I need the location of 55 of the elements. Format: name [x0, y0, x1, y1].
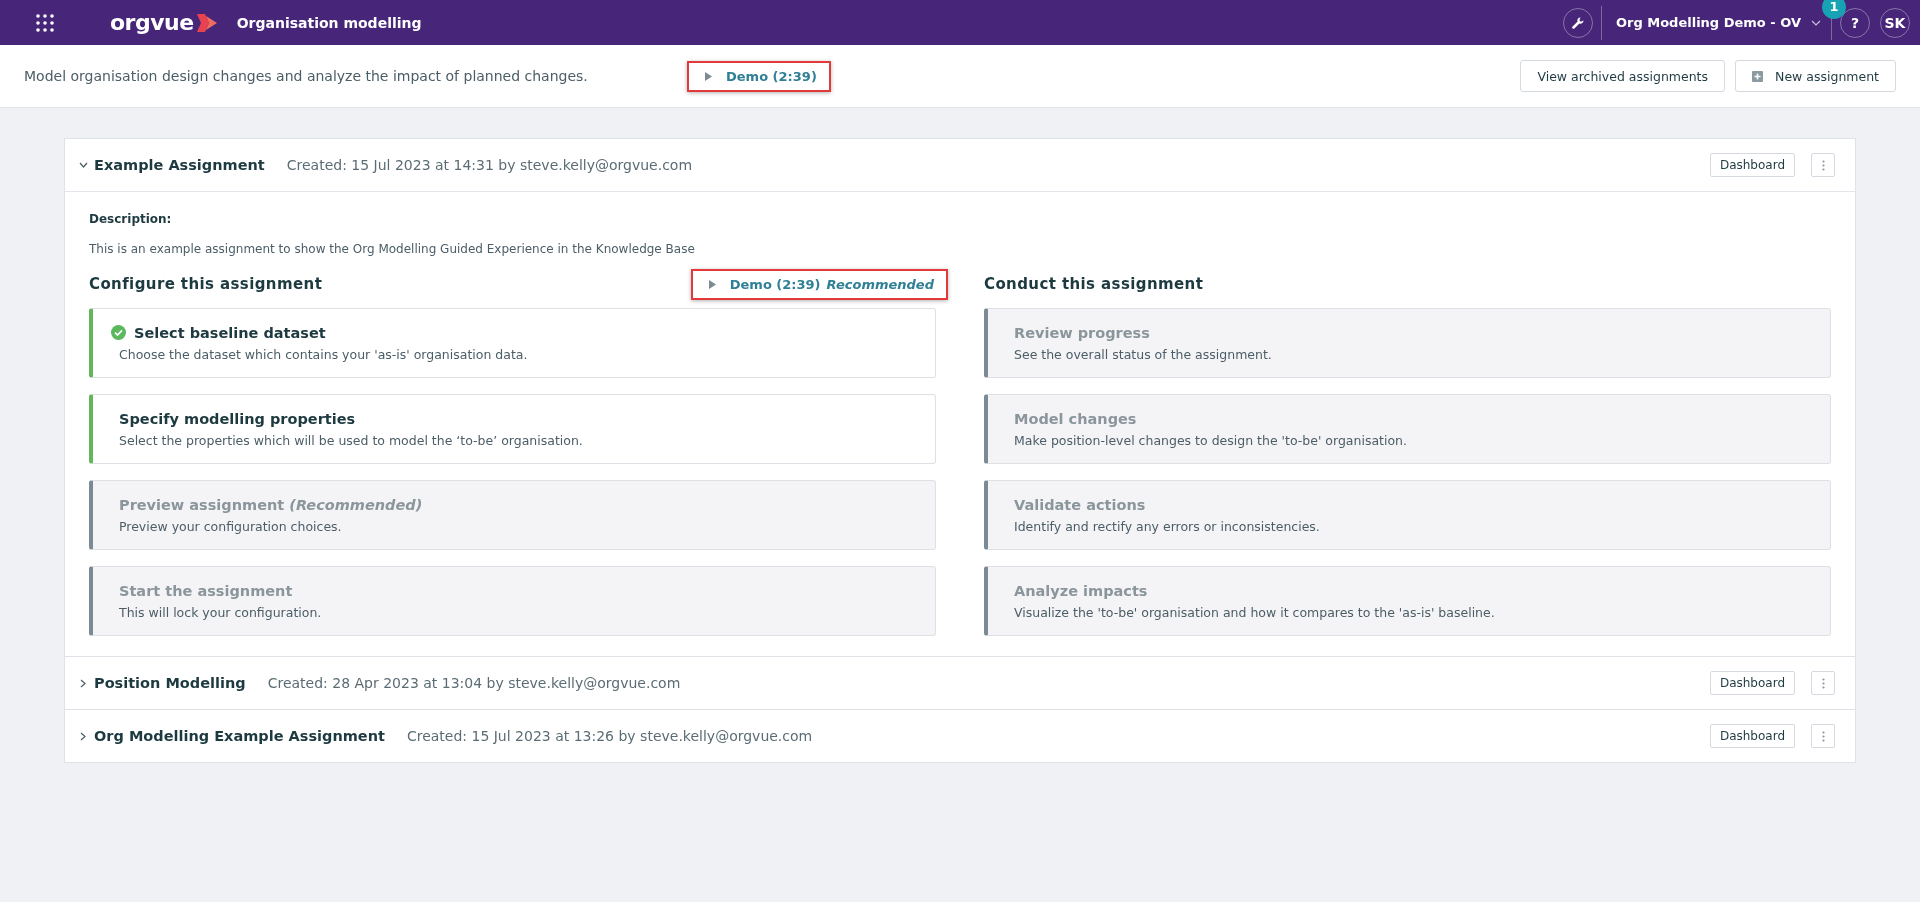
- description-label: Description:: [89, 212, 173, 226]
- more-icon: [1821, 730, 1825, 742]
- demo-link[interactable]: Demo (2:39) Recommended: [690, 268, 948, 300]
- step-card[interactable]: Select baseline dataset Choose the dataset which contains your 'as-is' organisation data.: [89, 308, 936, 378]
- logo-wordmark: orgvue: [110, 10, 194, 35]
- more-icon: [1821, 159, 1825, 171]
- wrench-icon: [1571, 16, 1584, 29]
- dashboard-button[interactable]: Dashboard: [1709, 724, 1795, 748]
- demo-link[interactable]: Demo (2:39): [687, 60, 831, 92]
- archive-button[interactable]: View archived assignments: [1520, 60, 1726, 92]
- chevron-down-icon: [1811, 19, 1821, 26]
- more-button[interactable]: [1811, 671, 1835, 695]
- step-description: See the overall status of the assignment.: [1014, 346, 1273, 362]
- step-description: Choose the dataset which contains your 'as-is' organisation data.: [119, 346, 529, 362]
- more-button[interactable]: [1811, 724, 1835, 748]
- more-button[interactable]: [1811, 153, 1835, 177]
- step-card[interactable]: Specify modelling properties Select the properties which will be used to model the ‘to-be’ organisation.: [89, 394, 936, 464]
- notification-badge: 1: [1822, 0, 1846, 19]
- step-title: Analyze impacts: [1014, 582, 1148, 599]
- play-icon: [705, 71, 712, 81]
- created-info: Created: 28 Apr 2023 at 13:04 by steve.kelly@orgvue.com: [267, 675, 681, 691]
- created-info: Created: 15 Jul 2023 at 13:26 by steve.kelly@orgvue.com: [406, 728, 813, 744]
- step-description: Make position-level changes to design the 'to-be' organisation.: [1014, 432, 1408, 448]
- assignment-toggle[interactable]: Org Modelling Example Assignment: [79, 728, 385, 744]
- step-description: Visualize the 'to-be' organisation and how it compares to the 'as-is' baseline.: [1014, 604, 1496, 620]
- section-heading: Conduct this assignment: [984, 275, 1204, 293]
- new-assignment-button[interactable]: New assignment: [1735, 60, 1896, 92]
- step-title: Preview assignment (Recommended): [119, 496, 423, 513]
- page-description: Model organisation design changes and analyze the impact of planned changes.: [24, 68, 589, 84]
- app-grid-icon[interactable]: [36, 13, 54, 32]
- assignment-toggle[interactable]: Position Modelling: [79, 675, 246, 691]
- section-heading: Configure this assignment: [89, 275, 323, 293]
- step-title: Review progress: [1014, 324, 1150, 341]
- step-title: Start the assignment: [119, 582, 293, 599]
- dashboard-button[interactable]: Dashboard: [1709, 671, 1795, 695]
- chevron-right-icon: [79, 731, 88, 741]
- step-description: Identify and rectify any errors or inconsistencies.: [1014, 518, 1321, 534]
- plus-square-icon: [1752, 70, 1764, 82]
- step-description: This will lock your configuration.: [119, 604, 323, 620]
- step-title: Validate actions: [1014, 496, 1146, 513]
- chevron-right-icon: [79, 678, 88, 688]
- step-title: Select baseline dataset: [134, 324, 326, 341]
- assignment-toggle[interactable]: Example Assignment: [79, 157, 265, 173]
- created-info: Created: 15 Jul 2023 at 14:31 by steve.kelly@orgvue.com: [286, 157, 693, 173]
- step-description: Preview your configuration choices.: [119, 518, 343, 534]
- step-title: Model changes: [1014, 410, 1137, 427]
- product-title: Organisation modelling: [236, 14, 422, 31]
- dashboard-button[interactable]: Dashboard: [1709, 153, 1795, 177]
- play-icon: [708, 279, 716, 289]
- more-icon: [1821, 677, 1825, 689]
- step-title: Specify modelling properties: [119, 410, 356, 427]
- step-description: Select the properties which will be used to model the ‘to-be’ organisation.: [119, 432, 584, 448]
- assignment-description: This is an example assignment to show the Org Modelling Guided Experience in the Knowledge Base: [89, 242, 696, 256]
- logo-arrow-icon: [196, 13, 217, 32]
- chevron-down-icon: [79, 160, 88, 170]
